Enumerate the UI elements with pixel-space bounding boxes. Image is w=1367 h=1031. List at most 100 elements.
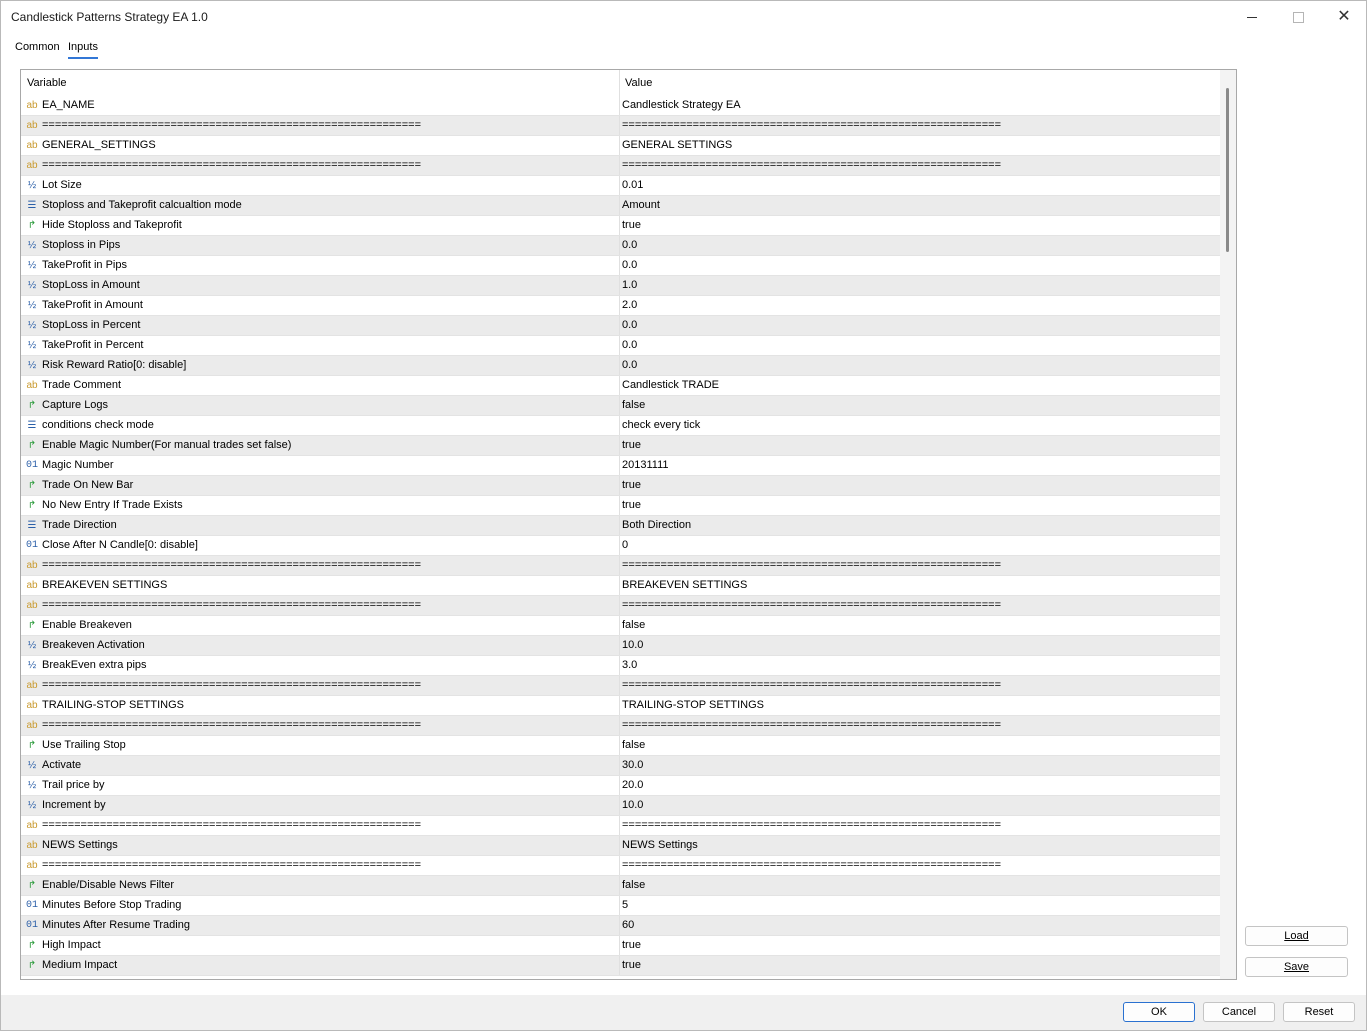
grid-row[interactable]: ½ Risk Reward Ratio[0: disable] 0.0 — [21, 356, 1220, 376]
grid-row[interactable]: ↱ Capture Logs false — [21, 396, 1220, 416]
value-cell[interactable]: true — [622, 439, 641, 451]
grid-row[interactable]: ab GENERAL_SETTINGS GENERAL SETTINGS — [21, 136, 1220, 156]
grid-row[interactable]: ½ StopLoss in Amount 1.0 — [21, 276, 1220, 296]
grid-row[interactable]: ↱ High Impact true — [21, 936, 1220, 956]
value-cell[interactable]: 3.0 — [622, 659, 637, 671]
grid-row[interactable]: ½ Activate 30.0 — [21, 756, 1220, 776]
value-cell[interactable]: 0 — [622, 539, 628, 551]
tab-inputs[interactable]: Inputs — [68, 41, 98, 59]
reset-button[interactable]: Reset — [1283, 1002, 1355, 1022]
minimize-button[interactable] — [1229, 1, 1275, 33]
ok-button[interactable]: OK — [1123, 1002, 1195, 1022]
grid-row[interactable]: ↱ Medium Impact true — [21, 956, 1220, 976]
value-cell[interactable]: Candlestick Strategy EA — [622, 99, 741, 111]
column-header-variable[interactable]: Variable — [27, 77, 67, 89]
cancel-button[interactable]: Cancel — [1203, 1002, 1275, 1022]
value-cell[interactable]: ========================================… — [622, 679, 1001, 691]
value-cell[interactable]: Candlestick TRADE — [622, 379, 719, 391]
value-cell[interactable]: false — [622, 399, 645, 411]
grid-row[interactable]: ab ======================================… — [21, 556, 1220, 576]
value-cell[interactable]: check every tick — [622, 419, 700, 431]
value-cell[interactable]: ========================================… — [622, 819, 1001, 831]
value-cell[interactable]: TRAILING-STOP SETTINGS — [622, 699, 764, 711]
value-cell[interactable]: true — [622, 479, 641, 491]
grid-row[interactable]: ab Trade Comment Candlestick TRADE — [21, 376, 1220, 396]
value-cell[interactable]: 30.0 — [622, 759, 643, 771]
grid-row[interactable]: ↱ Enable/Disable News Filter false — [21, 876, 1220, 896]
grid-row[interactable]: ½ TakeProfit in Percent 0.0 — [21, 336, 1220, 356]
grid-row[interactable]: ↱ Enable Breakeven false — [21, 616, 1220, 636]
grid-row[interactable]: ½ Lot Size 0.01 — [21, 176, 1220, 196]
column-header-value[interactable]: Value — [625, 77, 652, 89]
grid-row[interactable]: ½ StopLoss in Percent 0.0 — [21, 316, 1220, 336]
value-cell[interactable]: false — [622, 879, 645, 891]
value-cell[interactable]: ========================================… — [622, 599, 1001, 611]
save-button[interactable]: Save — [1245, 957, 1348, 977]
value-cell[interactable]: 0.01 — [622, 179, 643, 191]
grid-row[interactable]: 01 Close After N Candle[0: disable] 0 — [21, 536, 1220, 556]
grid-row[interactable]: ab NEWS Settings NEWS Settings — [21, 836, 1220, 856]
grid-row[interactable]: ab ======================================… — [21, 596, 1220, 616]
value-cell[interactable]: 60 — [622, 919, 634, 931]
value-cell[interactable]: 0.0 — [622, 339, 637, 351]
value-cell[interactable]: 2.0 — [622, 299, 637, 311]
scrollbar-thumb[interactable] — [1226, 88, 1229, 252]
grid-row[interactable]: ½ Increment by 10.0 — [21, 796, 1220, 816]
grid-row[interactable]: ab ======================================… — [21, 856, 1220, 876]
value-cell[interactable]: false — [622, 619, 645, 631]
grid-row[interactable]: 01 Minutes Before Stop Trading 5 — [21, 896, 1220, 916]
grid-row[interactable]: ↱ No New Entry If Trade Exists true — [21, 496, 1220, 516]
grid-row[interactable]: ab ======================================… — [21, 676, 1220, 696]
grid-row[interactable]: ☰ Stoploss and Takeprofit calcualtion mod… — [21, 196, 1220, 216]
value-cell[interactable]: ========================================… — [622, 159, 1001, 171]
value-cell[interactable]: 1.0 — [622, 279, 637, 291]
value-cell[interactable]: true — [622, 939, 641, 951]
value-cell[interactable]: 0.0 — [622, 239, 637, 251]
close-button[interactable]: ✕ — [1321, 1, 1367, 33]
value-cell[interactable]: Amount — [622, 199, 660, 211]
grid-row[interactable]: ab BREAKEVEN SETTINGS BREAKEVEN SETTINGS — [21, 576, 1220, 596]
value-cell[interactable]: NEWS Settings — [622, 839, 698, 851]
grid-row[interactable]: ab EA_NAME Candlestick Strategy EA — [21, 96, 1220, 116]
value-cell[interactable]: 0.0 — [622, 259, 637, 271]
grid-row[interactable]: ab TRAILING-STOP SETTINGS TRAILING-STOP SE… — [21, 696, 1220, 716]
value-cell[interactable]: true — [622, 219, 641, 231]
value-cell[interactable]: 5 — [622, 899, 628, 911]
value-cell[interactable]: 20131111 — [622, 459, 669, 471]
load-button[interactable]: Load — [1245, 926, 1348, 946]
grid-row[interactable]: ↱ Enable Magic Number(For manual trades s… — [21, 436, 1220, 456]
grid-row[interactable]: ↱ Trade On New Bar true — [21, 476, 1220, 496]
value-cell[interactable]: 10.0 — [622, 799, 643, 811]
grid-row[interactable]: ½ TakeProfit in Amount 2.0 — [21, 296, 1220, 316]
grid-row[interactable]: ab ======================================… — [21, 816, 1220, 836]
grid-row[interactable]: ½ Breakeven Activation 10.0 — [21, 636, 1220, 656]
grid-row[interactable]: ½ Trail price by 20.0 — [21, 776, 1220, 796]
value-cell[interactable]: ========================================… — [622, 859, 1001, 871]
value-cell[interactable]: 10.0 — [622, 639, 643, 651]
column-separator[interactable] — [619, 70, 620, 96]
grid-row[interactable]: 01 Magic Number 20131111 — [21, 456, 1220, 476]
value-cell[interactable]: ========================================… — [622, 119, 1001, 131]
grid-row[interactable]: ½ BreakEven extra pips 3.0 — [21, 656, 1220, 676]
value-cell[interactable]: Both Direction — [622, 519, 691, 531]
grid-row[interactable]: ab ======================================… — [21, 156, 1220, 176]
grid-row[interactable]: ½ TakeProfit in Pips 0.0 — [21, 256, 1220, 276]
value-cell[interactable]: GENERAL SETTINGS — [622, 139, 732, 151]
grid-row[interactable]: ↱ Hide Stoploss and Takeprofit true — [21, 216, 1220, 236]
grid-row[interactable]: ☰ Trade Direction Both Direction — [21, 516, 1220, 536]
value-cell[interactable]: 20.0 — [622, 779, 643, 791]
value-cell[interactable]: ========================================… — [622, 719, 1001, 731]
value-cell[interactable]: true — [622, 499, 641, 511]
value-cell[interactable]: BREAKEVEN SETTINGS — [622, 579, 747, 591]
value-cell[interactable]: 0.0 — [622, 319, 637, 331]
grid-row[interactable]: ab ======================================… — [21, 716, 1220, 736]
grid-row[interactable]: ½ Stoploss in Pips 0.0 — [21, 236, 1220, 256]
value-cell[interactable]: 0.0 — [622, 359, 637, 371]
grid-row[interactable]: ab ======================================… — [21, 116, 1220, 136]
tab-common[interactable]: Common — [15, 41, 60, 53]
grid-row[interactable]: ☰ conditions check mode check every tick — [21, 416, 1220, 436]
grid-row[interactable]: ↱ Use Trailing Stop false — [21, 736, 1220, 756]
value-cell[interactable]: ========================================… — [622, 559, 1001, 571]
vertical-scrollbar[interactable] — [1220, 70, 1236, 979]
value-cell[interactable]: false — [622, 739, 645, 751]
